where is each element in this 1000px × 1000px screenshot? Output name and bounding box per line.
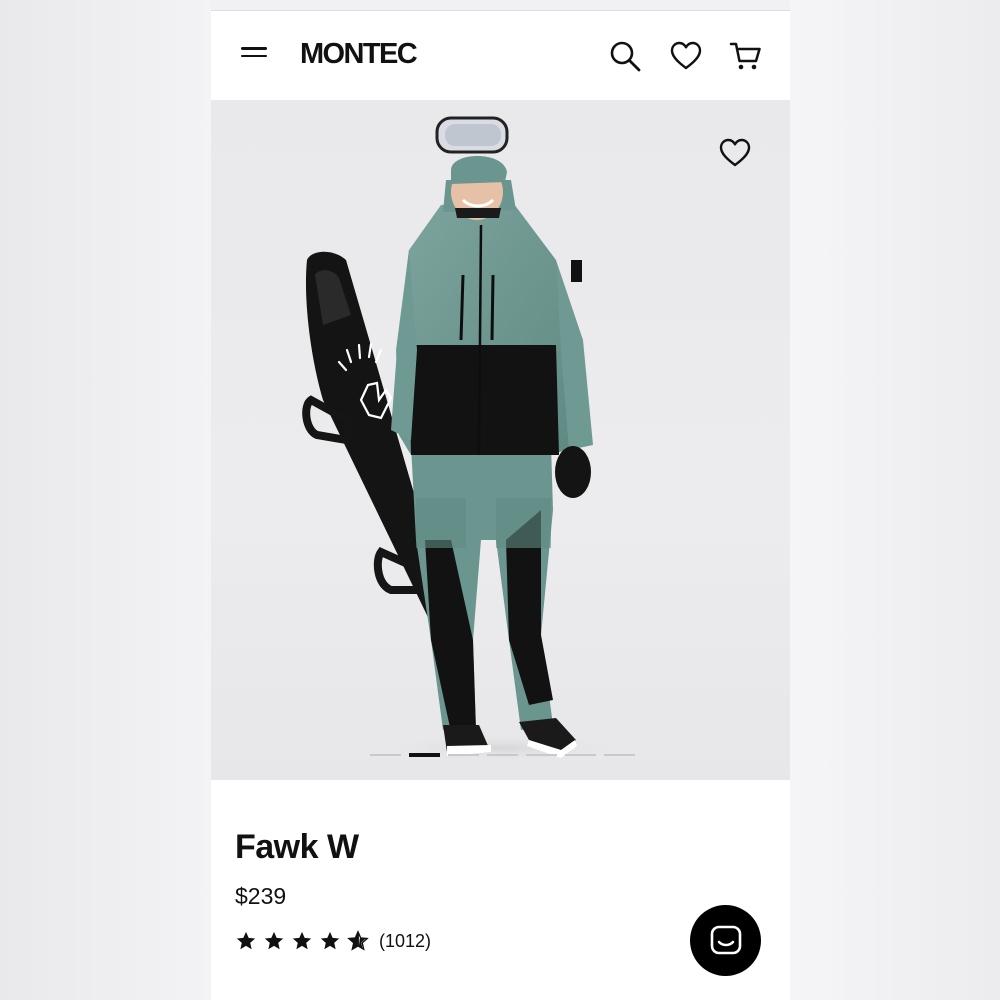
star-icon [320,931,340,950]
gallery-dot[interactable] [604,754,635,756]
ski-pants [411,445,553,732]
gallery-dot[interactable] [565,754,596,756]
gallery-dot[interactable] [487,754,518,756]
mobile-page: MONTEC Fawk W $239 (1012) [211,10,790,1000]
product-image-gallery[interactable] [211,100,790,780]
cart-icon[interactable] [729,39,763,73]
half-star-icon [347,930,369,951]
product-info: Fawk W $239 (1012) [211,780,790,1000]
review-count: (1012) [379,930,432,951]
gallery-dot[interactable] [448,754,479,756]
site-header: MONTEC [211,10,790,100]
background-right [790,0,1000,1000]
star-icon [236,931,256,950]
product-photo [302,116,621,762]
heart-icon[interactable] [669,39,703,73]
brand-logo[interactable]: MONTEC [300,38,418,71]
ski-jacket [391,200,593,456]
model-head [435,116,516,220]
gallery-dot[interactable] [370,754,401,756]
heart-icon[interactable] [718,136,752,170]
chat-button[interactable] [690,905,761,976]
gallery-dot-active[interactable] [409,753,440,757]
background-left [0,0,211,1000]
product-price: $239 [235,883,287,909]
star-icon [292,931,312,950]
chat-icon [710,925,741,954]
star-icon [264,931,284,950]
product-title: Fawk W [235,828,359,866]
gallery-dot[interactable] [526,754,557,756]
hamburger-menu-icon[interactable] [241,47,267,65]
search-icon[interactable] [608,39,642,73]
gallery-pagination [370,753,635,757]
product-rating[interactable]: (1012) [235,930,431,952]
